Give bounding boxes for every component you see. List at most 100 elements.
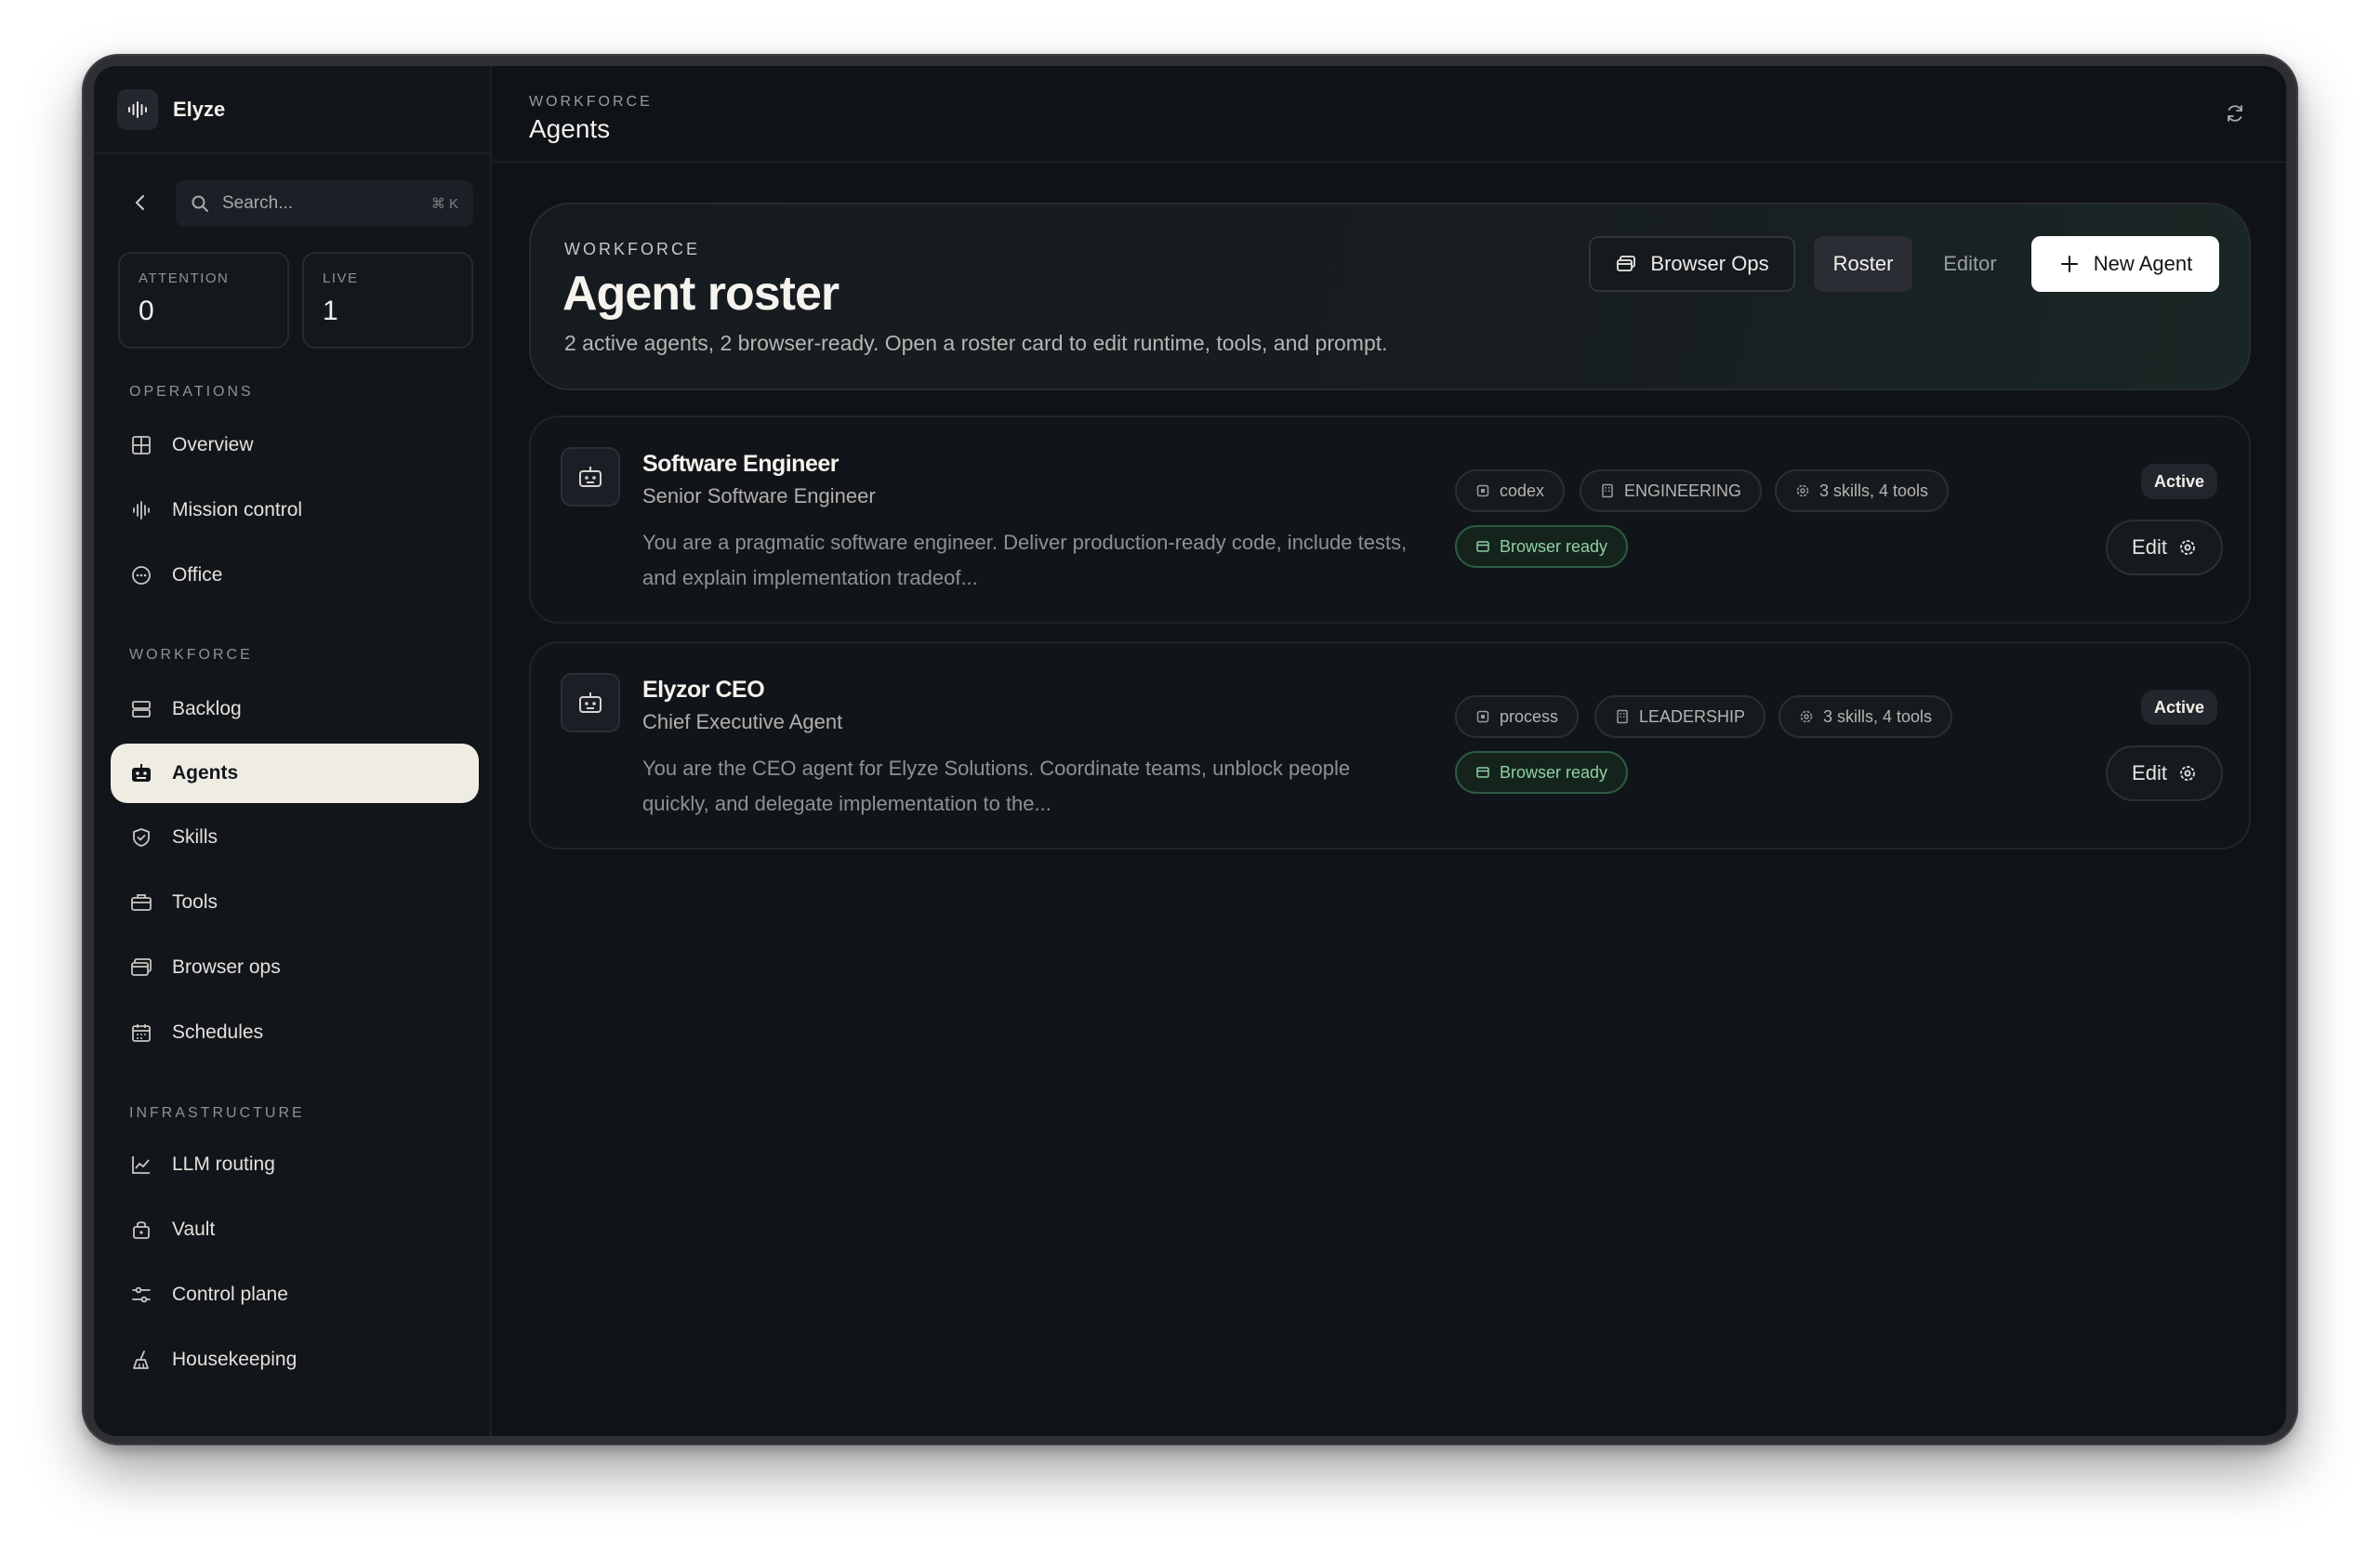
edit-label: Edit xyxy=(2132,535,2167,559)
sidebar-item-control-plane[interactable]: Control plane xyxy=(111,1265,479,1324)
refresh-button[interactable] xyxy=(2221,99,2249,127)
sidebar-item-tools[interactable]: Tools xyxy=(111,873,479,932)
new-agent-button[interactable]: New Agent xyxy=(2031,236,2219,292)
lock-bag-icon xyxy=(129,1218,153,1242)
search-placeholder: Search... xyxy=(222,193,294,213)
stat-label: ATTENTION xyxy=(139,270,230,286)
sidebar-item-overview[interactable]: Overview xyxy=(111,415,479,475)
stat-label: LIVE xyxy=(323,270,359,286)
waveform-icon xyxy=(129,498,153,522)
browser-icon xyxy=(1615,253,1637,275)
building-icon xyxy=(1615,709,1630,724)
sidebar-item-housekeeping[interactable]: Housekeeping xyxy=(111,1330,479,1390)
tab-roster[interactable]: Roster xyxy=(1814,236,1912,292)
sliders-icon xyxy=(129,1283,153,1307)
cpu-icon xyxy=(1475,709,1490,724)
sidebar-item-mission-control[interactable]: Mission control xyxy=(111,481,479,540)
robot-icon xyxy=(561,447,620,507)
brand: Elyze xyxy=(94,66,492,154)
search-shortcut: ⌘ K xyxy=(430,196,458,212)
refresh-icon xyxy=(2228,105,2242,122)
edit-agent-button[interactable]: Edit xyxy=(2106,520,2223,575)
stack-icon xyxy=(129,697,153,721)
agent-description-line: and explain implementation tradeof... xyxy=(642,566,978,589)
tab-editor[interactable]: Editor xyxy=(1925,236,2015,292)
plus-icon xyxy=(2058,253,2081,275)
sidebar-item-label: Vault xyxy=(172,1219,216,1240)
dots-circle-icon xyxy=(129,563,153,587)
chevron-left-icon xyxy=(135,194,145,211)
sidebar-item-label: Office xyxy=(172,564,223,586)
agent-role: Senior Software Engineer xyxy=(642,484,876,507)
grid-icon xyxy=(129,433,153,457)
agent-description-line: You are the CEO agent for Elyze Solution… xyxy=(642,757,1351,780)
agent-description: You are a pragmatic software engineer. D… xyxy=(642,525,1451,596)
robot-icon xyxy=(561,673,620,732)
chip-label: LEADERSHIP xyxy=(1639,706,1746,726)
section-title-infrastructure: INFRASTRUCTURE xyxy=(129,1105,305,1121)
broom-icon xyxy=(129,1348,153,1372)
chip-label: Browser ready xyxy=(1500,536,1608,556)
browser-ops-button[interactable]: Browser Ops xyxy=(1589,236,1795,292)
sidebar-item-label: Browser ops xyxy=(172,956,281,978)
gear-icon xyxy=(1795,483,1810,498)
section-title-operations: OPERATIONS xyxy=(129,384,254,400)
sidebar-item-label: Overview xyxy=(172,434,254,455)
stat-attention: ATTENTION 0 xyxy=(118,252,289,349)
page-title: Agents xyxy=(529,114,611,143)
chip-label: ENGINEERING xyxy=(1624,481,1742,500)
sidebar-item-skills[interactable]: Skills xyxy=(111,808,479,867)
notifications-button[interactable] xyxy=(2285,99,2286,127)
sidebar-item-agents[interactable]: Agents xyxy=(111,744,479,803)
chip-label: 3 skills, 4 tools xyxy=(1819,481,1929,500)
stat-live: LIVE 1 xyxy=(302,252,473,349)
agent-card[interactable]: Software Engineer Senior Software Engine… xyxy=(529,415,2251,624)
chip-label: Browser ready xyxy=(1500,762,1608,782)
agent-card[interactable]: Elyzor CEO Chief Executive Agent You are… xyxy=(529,641,2251,850)
runtime-chip: process xyxy=(1455,695,1580,738)
back-button[interactable] xyxy=(127,190,153,216)
sidebar-item-label: Control plane xyxy=(172,1284,288,1305)
agent-name: Elyzor CEO xyxy=(642,677,765,703)
sidebar-item-schedules[interactable]: Schedules xyxy=(111,1003,479,1062)
browser-icon xyxy=(1475,765,1490,780)
agent-description-line: quickly, and delegate implementation to … xyxy=(642,792,1051,815)
sidebar-item-llm-routing[interactable]: LLM routing xyxy=(111,1135,479,1194)
chip-label: process xyxy=(1500,706,1559,726)
status-badge: Active xyxy=(2141,690,2218,725)
gear-icon xyxy=(1799,709,1814,724)
roster-header-card: WORKFORCE Agent roster 2 active agents, … xyxy=(529,203,2251,390)
cpu-icon xyxy=(1475,483,1490,498)
status-badge: Active xyxy=(2141,464,2218,499)
agent-description: You are the CEO agent for Elyze Solution… xyxy=(642,751,1451,822)
department-chip: ENGINEERING xyxy=(1580,469,1763,512)
section-subtitle: 2 active agents, 2 browser-ready. Open a… xyxy=(564,331,1388,355)
browser-icon xyxy=(1475,539,1490,554)
briefcase-icon xyxy=(129,890,153,915)
edit-label: Edit xyxy=(2132,761,2167,784)
search-icon xyxy=(191,193,211,214)
chip-label: codex xyxy=(1500,481,1545,500)
agent-role: Chief Executive Agent xyxy=(642,710,843,733)
sidebar-item-vault[interactable]: Vault xyxy=(111,1200,479,1259)
stat-value: 1 xyxy=(323,296,338,326)
sidebar-item-label: Housekeeping xyxy=(172,1349,298,1370)
sidebar-item-backlog[interactable]: Backlog xyxy=(111,679,479,739)
search-input[interactable]: Search... ⌘ K xyxy=(176,180,473,227)
sidebar-item-label: LLM routing xyxy=(172,1153,275,1175)
new-agent-label: New Agent xyxy=(2093,252,2193,275)
section-title: Agent roster xyxy=(562,267,840,321)
gear-icon xyxy=(2178,538,2197,557)
department-chip: LEADERSHIP xyxy=(1594,695,1766,738)
shield-check-icon xyxy=(129,825,153,850)
sidebar-item-office[interactable]: Office xyxy=(111,546,479,605)
browser-ops-label: Browser Ops xyxy=(1650,252,1769,275)
agent-description-line: You are a pragmatic software engineer. D… xyxy=(642,531,1408,554)
edit-agent-button[interactable]: Edit xyxy=(2106,745,2223,801)
browser-ready-chip: Browser ready xyxy=(1455,525,1629,568)
capabilities-chip: 3 skills, 4 tools xyxy=(1778,695,1953,738)
sidebar-item-browser-ops[interactable]: Browser ops xyxy=(111,938,479,997)
runtime-chip: codex xyxy=(1455,469,1566,512)
section-title-workforce: WORKFORCE xyxy=(129,647,253,663)
sidebar-item-label: Tools xyxy=(172,891,218,913)
